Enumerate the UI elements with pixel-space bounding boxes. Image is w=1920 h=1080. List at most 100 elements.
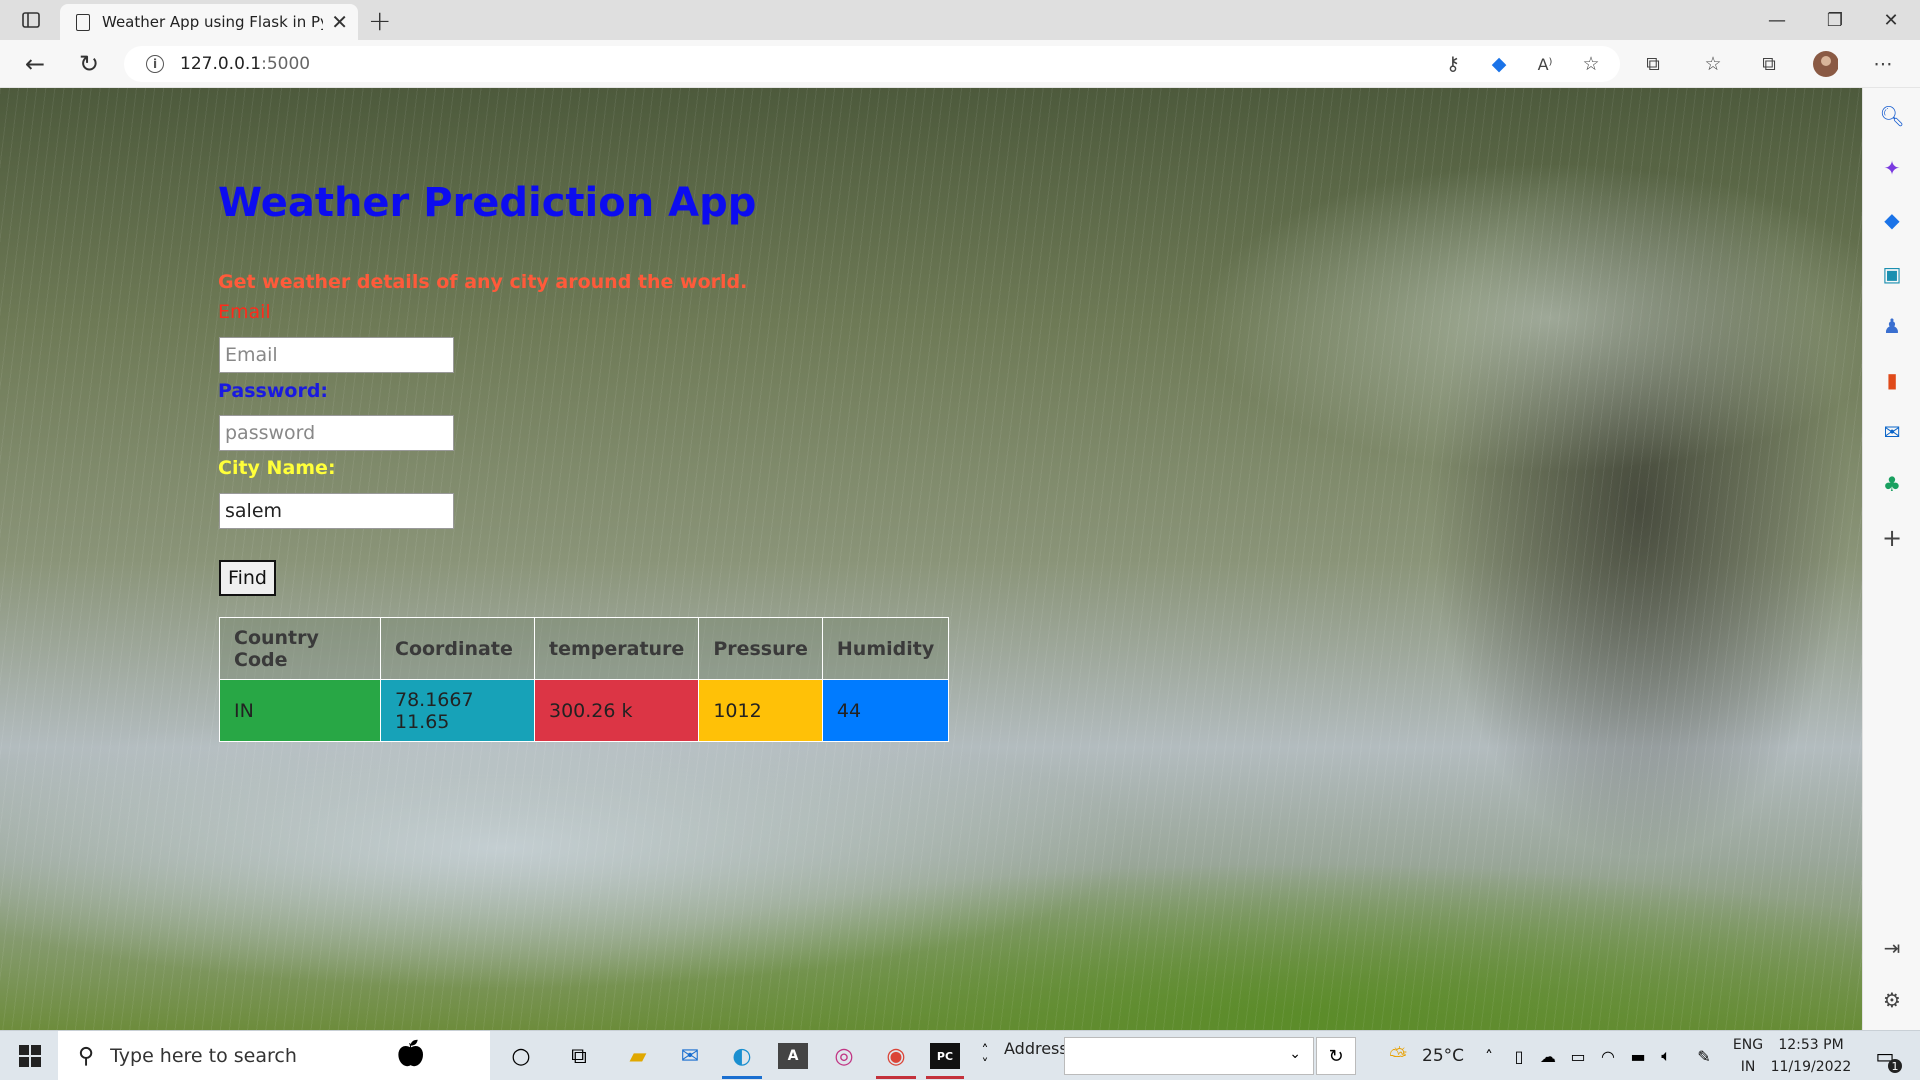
new-tab-button[interactable]: + (368, 4, 391, 37)
header-humidity: Humidity (821, 617, 950, 680)
add-sidebar-icon[interactable]: + (1880, 524, 1904, 552)
shopping-tag-icon[interactable]: ◆ (1486, 52, 1512, 76)
pycharm-active-indicator (926, 1076, 964, 1079)
taskbar-search-placeholder: Type here to search (110, 1045, 297, 1067)
refresh-button[interactable]: ↻ (72, 48, 106, 80)
search-icon[interactable]: 🔍︎ (1879, 104, 1904, 128)
city-field[interactable] (219, 493, 454, 529)
tree-icon[interactable]: ♣ (1880, 472, 1904, 496)
back-button[interactable]: ← (18, 48, 52, 80)
taskbar-search[interactable]: ⚲ Type here to search 🍎︎ (58, 1031, 490, 1080)
edge-active-indicator (722, 1076, 762, 1079)
favorites-icon[interactable]: ☆ (1700, 52, 1726, 76)
clock-time: 12:53 PM (1778, 1037, 1844, 1053)
edge-sidebar: 🔍︎ ✦ ◆ ▣ ♟ ▮ ✉ ♣ + ⇥ ⚙ (1862, 88, 1920, 1030)
rain-background (0, 88, 1862, 1030)
header-country-code: Country Code (219, 617, 381, 680)
address-go-icon[interactable]: ↻ (1316, 1037, 1356, 1075)
notifications-icon[interactable]: ▭ 1 (1868, 1039, 1902, 1073)
tab-title: Weather App using Flask in Pytho (102, 13, 323, 31)
windows-start-icon[interactable] (14, 1039, 46, 1073)
tab-bar: Weather App using Flask in Pytho ✕ + — ❐… (0, 0, 1920, 40)
chrome-active-indicator (876, 1076, 916, 1079)
extensions-icon[interactable]: ⧉ (1640, 52, 1666, 76)
taskbar: ⚲ Type here to search 🍎︎ ○ ⧉ ▰ ✉ ◐ A ◎ ◉… (0, 1030, 1920, 1080)
cloud-icon[interactable]: ☁ (1536, 1039, 1560, 1073)
tab-close-icon[interactable]: ✕ (331, 10, 348, 34)
task-view-icon[interactable]: ⧉ (564, 1039, 594, 1073)
wifi-icon[interactable]: ◠ (1596, 1039, 1620, 1073)
office-icon[interactable]: ▮ (1880, 368, 1904, 392)
address-bar: ← ↻ i 127.0.0.1:5000 ⚷ ◆ A⁾ ☆ ⧉ ☆ ⧉ ⋯ (0, 40, 1920, 88)
games-icon[interactable]: ♟ (1880, 314, 1904, 338)
close-window-button[interactable]: ✕ (1862, 0, 1920, 40)
clock[interactable]: 12:53 PM 11/19/2022 (1768, 1034, 1854, 1078)
find-button[interactable]: Find (219, 560, 276, 596)
address-toolbar-input[interactable]: ⌄ (1064, 1037, 1314, 1075)
file-explorer-icon[interactable]: ▰ (618, 1039, 658, 1073)
volume-icon[interactable]: 🔈︎ (1654, 1039, 1678, 1073)
read-aloud-icon[interactable]: A⁾ (1532, 52, 1558, 76)
tools-icon[interactable]: ▣ (1880, 262, 1904, 286)
page-title: Weather Prediction App (218, 180, 757, 226)
shopping-icon[interactable]: ◆ (1880, 208, 1904, 232)
cell-pressure: 1012 (698, 679, 823, 742)
fruit-illustration-icon: 🍎︎ (394, 1039, 428, 1069)
mail-icon[interactable]: ✉ (670, 1039, 710, 1073)
a-app-icon[interactable]: A (778, 1043, 808, 1069)
chevron-down-icon[interactable]: ⌄ (1289, 1046, 1301, 1062)
lang-code: ENG (1732, 1037, 1764, 1053)
hide-sidebar-icon[interactable]: ⇥ (1880, 936, 1904, 960)
url-text: 127.0.0.1:5000 (180, 54, 311, 74)
tray-device-icon[interactable]: ▯ (1508, 1039, 1530, 1073)
cell-coordinate: 78.1667 11.65 (380, 679, 535, 742)
profile-avatar[interactable] (1812, 51, 1838, 77)
email-field[interactable] (219, 337, 454, 373)
edge-browser-icon[interactable]: ◐ (722, 1039, 762, 1073)
gear-icon[interactable]: ⚙ (1880, 988, 1904, 1012)
input-language[interactable]: ENG IN (1730, 1034, 1766, 1078)
lang-region: IN (1740, 1059, 1756, 1075)
search-icon: ⚲ (78, 1043, 95, 1069)
header-coordinate: Coordinate (380, 617, 535, 680)
site-info-icon[interactable]: i (146, 55, 164, 73)
chrome-icon[interactable]: ◉ (876, 1039, 916, 1073)
settings-more-icon[interactable]: ⋯ (1870, 52, 1896, 76)
page-viewport: Weather Prediction App Get weather detai… (0, 88, 1862, 1030)
city-label: City Name: (218, 457, 336, 479)
page-subtitle: Get weather details of any city around t… (218, 271, 748, 293)
collections-icon[interactable]: ⧉ (1756, 52, 1782, 76)
restore-button[interactable]: ❐ (1806, 0, 1864, 40)
cell-humidity: 44 (821, 679, 950, 742)
copilot-sparkle-icon[interactable]: ✦ (1880, 156, 1904, 180)
weather-cloud-sun-icon[interactable]: ⛅︎ (1380, 1039, 1416, 1073)
cell-temperature: 300.26 k (533, 679, 700, 742)
password-label: Password: (218, 380, 329, 402)
pen-icon[interactable]: ✎ (1692, 1039, 1716, 1073)
pycharm-icon[interactable]: PC (930, 1043, 960, 1069)
outlook-icon[interactable]: ✉ (1880, 420, 1904, 444)
url-box[interactable]: i 127.0.0.1:5000 (124, 46, 1620, 82)
toolbar-scroll-icon[interactable]: ˄ ˅ (976, 1041, 994, 1075)
browser-tab[interactable]: Weather App using Flask in Pytho ✕ (60, 4, 358, 40)
notification-count: 1 (1888, 1059, 1902, 1073)
display-icon[interactable]: ▭ (1566, 1039, 1590, 1073)
tab-actions-icon[interactable] (14, 6, 48, 34)
password-field[interactable] (219, 415, 454, 451)
key-icon[interactable]: ⚷ (1440, 52, 1466, 76)
chevron-up-icon[interactable]: ˄ (1478, 1039, 1500, 1073)
header-pressure: Pressure (698, 617, 823, 680)
cortana-icon[interactable]: ○ (506, 1039, 536, 1073)
address-toolbar-label: Address (1004, 1039, 1068, 1058)
battery-icon[interactable]: ▬ (1626, 1039, 1650, 1073)
minimize-button[interactable]: — (1748, 0, 1806, 40)
favorite-add-icon[interactable]: ☆ (1578, 52, 1604, 76)
email-label: Email (218, 301, 271, 323)
header-temperature: temperature (533, 617, 700, 680)
page-icon (76, 13, 90, 31)
cell-country-code: IN (219, 679, 381, 742)
weather-temp[interactable]: 25°C (1422, 1045, 1464, 1067)
table-header-row: Country Code Coordinate temperature Pres… (219, 617, 950, 680)
instagram-icon[interactable]: ◎ (824, 1039, 864, 1073)
table-row: IN 78.1667 11.65 300.26 k 1012 44 (219, 679, 950, 742)
